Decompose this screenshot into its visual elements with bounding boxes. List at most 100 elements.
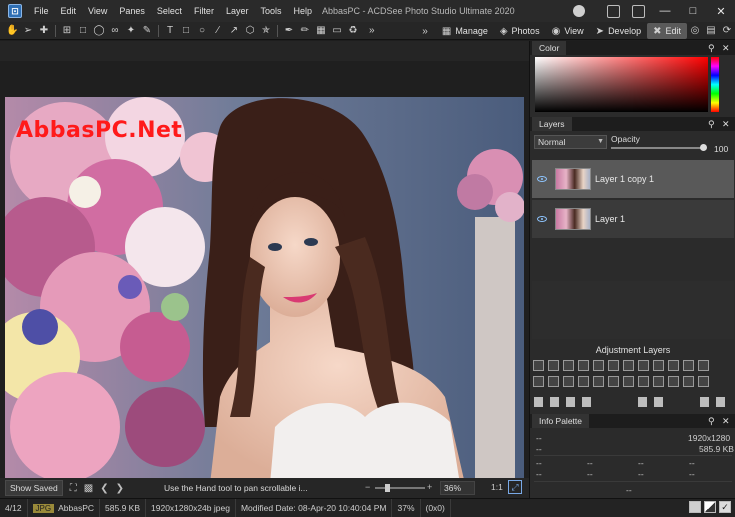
ellipse-select-icon[interactable]: ◯ (93, 25, 105, 37)
brush-select-icon[interactable]: ✎ (141, 25, 153, 37)
polygon-tool-icon[interactable]: ⬡ (244, 25, 256, 37)
layer-options-icon[interactable] (716, 397, 725, 407)
zoom-slider[interactable]: − + (365, 482, 435, 492)
brightness-icon[interactable] (608, 360, 619, 371)
eraser-icon[interactable]: ▭ (331, 25, 343, 37)
light-eq-icon[interactable] (593, 360, 604, 371)
tab-view[interactable]: ◉ View (546, 23, 590, 39)
tab-edit[interactable]: ✖ Edit (647, 23, 687, 39)
sync-icon[interactable]: ⟳ (721, 25, 733, 37)
tab-develop[interactable]: ➤ Develop (590, 23, 647, 39)
line-tool-icon[interactable]: ∕ (212, 25, 224, 37)
eyedropper-icon[interactable]: ✒ (283, 25, 295, 37)
merge-layer-icon[interactable] (654, 397, 663, 407)
arrow-tool-icon[interactable]: ↗ (228, 25, 240, 37)
fullscreen-layout-icon[interactable] (632, 4, 645, 18)
shadows-icon[interactable] (653, 360, 664, 371)
visibility-eye-icon[interactable] (537, 216, 547, 222)
menu-file[interactable]: File (28, 0, 55, 22)
mode-overflow-chevron-icon[interactable]: » (422, 26, 428, 37)
visibility-eye-icon[interactable] (537, 176, 547, 182)
actual-size-button[interactable]: 1:1 (491, 482, 503, 492)
previous-image-icon[interactable]: ❮ (100, 483, 108, 494)
link-layer-icon[interactable] (534, 397, 543, 407)
tab-manage[interactable]: ▦ Manage (436, 23, 494, 39)
layer-mask-icon[interactable] (582, 397, 591, 407)
menu-tools[interactable]: Tools (254, 0, 287, 22)
exposure-icon[interactable] (578, 360, 589, 371)
image-canvas[interactable]: AbbasPC.Net (0, 41, 529, 484)
hand-tool-icon[interactable]: ✋ (6, 25, 18, 37)
blur-icon[interactable] (593, 376, 604, 387)
white-balance-icon[interactable] (668, 360, 679, 371)
user-account-icon[interactable] (573, 5, 585, 17)
menu-select[interactable]: Select (151, 0, 188, 22)
maximize-button[interactable]: □ (679, 0, 707, 22)
checkmark-icon[interactable]: ✓ (719, 501, 731, 513)
crop-tool-icon[interactable]: ⊞ (61, 25, 73, 37)
layers-panel-tab[interactable]: Layers (532, 117, 572, 131)
delete-layer-icon[interactable] (638, 397, 647, 407)
opacity-slider-thumb[interactable] (700, 144, 707, 151)
zoom-select[interactable]: 36% (440, 481, 475, 495)
split-tone-icon[interactable] (653, 376, 664, 387)
minimize-button[interactable]: — (651, 0, 679, 22)
ellipse-tool-icon[interactable]: ○ (196, 25, 208, 37)
menu-panes[interactable]: Panes (113, 0, 151, 22)
menu-view[interactable]: View (82, 0, 113, 22)
posterize-icon[interactable] (668, 376, 679, 387)
fullscreen-icon[interactable]: ⛶ (70, 483, 77, 494)
fit-to-window-icon[interactable]: ⤢ (508, 480, 522, 494)
tone-icon[interactable] (563, 376, 574, 387)
info-palette-tab[interactable]: Info Palette (532, 414, 590, 428)
curves-icon[interactable] (563, 360, 574, 371)
color-balance-icon[interactable] (638, 360, 649, 371)
paint-brush-icon[interactable]: ✏ (299, 25, 311, 37)
contrast-toggle-icon[interactable] (704, 501, 716, 513)
hue-slider[interactable] (711, 57, 719, 112)
move-tool-icon[interactable]: ✚ (38, 25, 50, 37)
lasso-icon[interactable]: ∞ (109, 25, 121, 37)
360-icon[interactable]: ◎ (689, 25, 701, 37)
close-button[interactable]: ✕ (707, 0, 735, 22)
vignette-icon[interactable] (683, 360, 694, 371)
hsl-icon[interactable] (623, 360, 634, 371)
layer-menu-icon[interactable] (700, 397, 709, 407)
invert-icon[interactable] (698, 360, 709, 371)
clone-stamp-icon[interactable]: ♻ (347, 25, 359, 37)
portrait-icon[interactable] (548, 376, 559, 387)
close-panel-icon[interactable]: ✕ (722, 41, 730, 55)
pin-icon[interactable]: ⚲ (708, 414, 715, 428)
histogram-icon[interactable]: ▩ (84, 483, 93, 494)
rectangle-tool-icon[interactable]: □ (180, 25, 192, 37)
opacity-slider[interactable] (611, 147, 703, 149)
pin-icon[interactable]: ⚲ (708, 41, 715, 55)
zoom-in-icon[interactable]: + (427, 482, 432, 492)
select-arrow-icon[interactable]: ➢ (22, 25, 34, 37)
zoom-out-icon[interactable]: − (365, 482, 370, 492)
duplicate-layer-icon[interactable] (566, 397, 575, 407)
threshold-icon[interactable] (683, 376, 694, 387)
gradient-map-icon[interactable] (638, 376, 649, 387)
grayscale-icon[interactable] (623, 376, 634, 387)
blend-mode-select[interactable]: Normal ▼ (534, 135, 607, 149)
layer-row-base[interactable]: Layer 1 (532, 200, 734, 238)
edited-photo[interactable]: AbbasPC.Net (5, 97, 524, 484)
solid-fill-icon[interactable] (698, 376, 709, 387)
close-panel-icon[interactable]: ✕ (722, 117, 730, 131)
photo-filter-icon[interactable] (533, 376, 544, 387)
color-panel-tab[interactable]: Color (532, 41, 567, 55)
menu-filter[interactable]: Filter (188, 0, 220, 22)
star-tool-icon[interactable]: ✯ (260, 25, 272, 37)
gradient-icon[interactable]: ▦ (315, 25, 327, 37)
more-tools-chevron-icon[interactable]: » (369, 25, 375, 36)
magic-wand-icon[interactable]: ✦ (125, 25, 137, 37)
background-toggle-icon[interactable] (689, 501, 701, 513)
next-image-icon[interactable]: ❯ (116, 483, 124, 494)
zoom-thumb[interactable] (385, 484, 390, 492)
panel-layout-icon[interactable] (607, 4, 620, 18)
close-panel-icon[interactable]: ✕ (722, 414, 730, 428)
rect-select-icon[interactable]: □ (77, 25, 89, 37)
glasses-icon[interactable] (608, 376, 619, 387)
auto-levels-icon[interactable] (548, 360, 559, 371)
